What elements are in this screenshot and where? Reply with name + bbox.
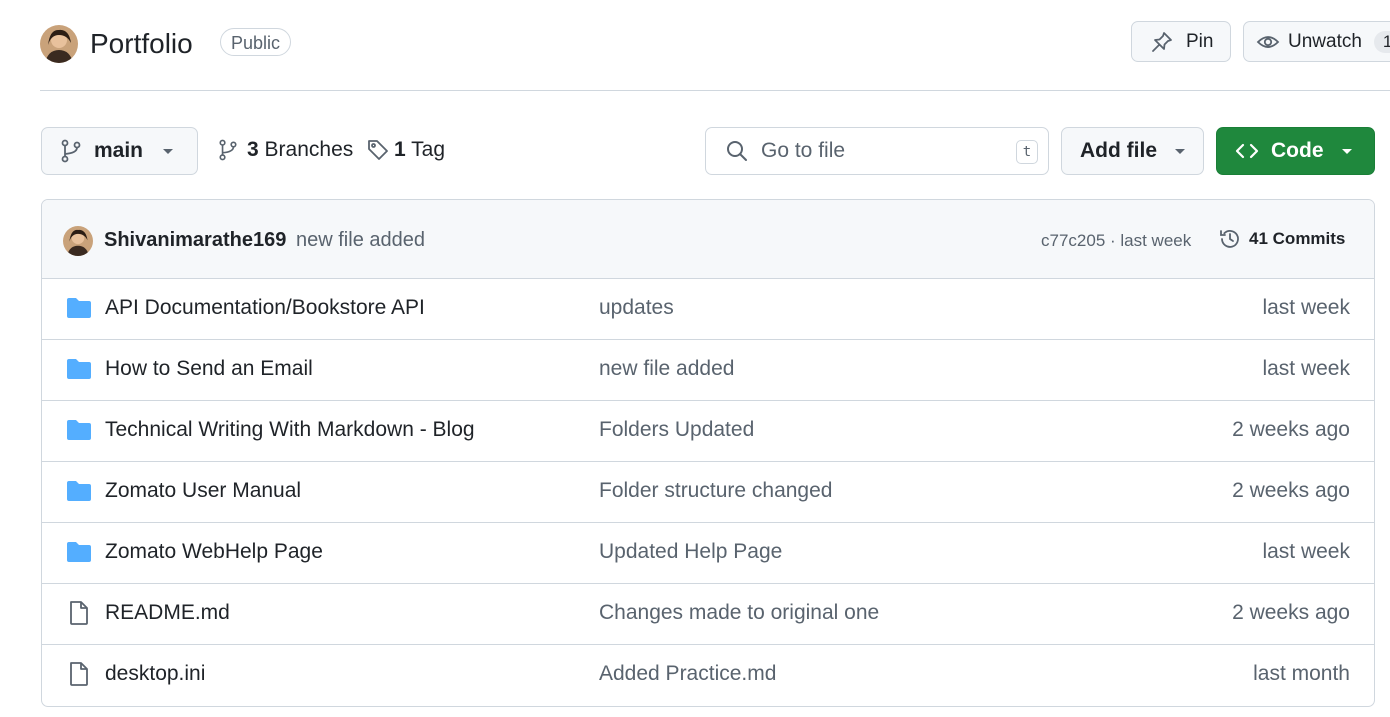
commits-label: Commits bbox=[1272, 229, 1346, 248]
commits-count: 41 bbox=[1249, 229, 1268, 248]
file-commit-date: 2 weeks ago bbox=[1232, 601, 1350, 624]
folder-icon bbox=[66, 358, 92, 380]
code-icon bbox=[1235, 141, 1259, 161]
file-commit-message[interactable]: Folders Updated bbox=[599, 418, 754, 442]
file-name[interactable]: Technical Writing With Markdown - Blog bbox=[105, 418, 475, 442]
file-row[interactable]: Technical Writing With Markdown - Blog F… bbox=[42, 401, 1374, 462]
file-commit-message[interactable]: Added Practice.md bbox=[599, 662, 776, 686]
file-row[interactable]: Zomato WebHelp Page Updated Help Page la… bbox=[42, 523, 1374, 584]
file-commit-date: last week bbox=[1262, 296, 1350, 319]
commit-author-avatar[interactable] bbox=[63, 226, 93, 256]
code-button[interactable]: Code bbox=[1216, 127, 1375, 175]
file-commit-message[interactable]: Folder structure changed bbox=[599, 479, 832, 503]
unwatch-label: Unwatch bbox=[1288, 30, 1362, 52]
search-input[interactable] bbox=[759, 138, 1003, 164]
file-row[interactable]: Zomato User Manual Folder structure chan… bbox=[42, 462, 1374, 523]
branches-link[interactable]: 3 Branches bbox=[218, 138, 353, 162]
file-name[interactable]: How to Send an Email bbox=[105, 357, 313, 381]
unwatch-button[interactable]: Unwatch 1 bbox=[1243, 21, 1390, 62]
add-file-button[interactable]: Add file bbox=[1061, 127, 1204, 175]
file-name[interactable]: README.md bbox=[105, 601, 230, 625]
pin-icon bbox=[1150, 30, 1174, 54]
file-name[interactable]: Zomato User Manual bbox=[105, 479, 301, 503]
file-name[interactable]: API Documentation/Bookstore API bbox=[105, 296, 425, 320]
file-name[interactable]: Zomato WebHelp Page bbox=[105, 540, 323, 564]
file-commit-message[interactable]: Changes made to original one bbox=[599, 601, 879, 625]
folder-icon bbox=[66, 541, 92, 563]
file-table: Shivanimarathe169 new file added c77c205… bbox=[41, 199, 1375, 707]
file-commit-date: 2 weeks ago bbox=[1232, 479, 1350, 502]
folder-icon bbox=[66, 297, 92, 319]
file-row[interactable]: API Documentation/Bookstore API updates … bbox=[42, 279, 1374, 340]
watch-count-badge: 1 bbox=[1373, 30, 1390, 53]
file-commit-message[interactable]: updates bbox=[599, 296, 674, 320]
branches-count: 3 bbox=[247, 138, 259, 161]
file-icon bbox=[66, 601, 92, 626]
branch-name: main bbox=[94, 139, 144, 162]
tags-count: 1 bbox=[394, 138, 406, 161]
file-commit-message[interactable]: new file added bbox=[599, 357, 734, 381]
pin-button[interactable]: Pin bbox=[1131, 21, 1231, 62]
branches-label: Branches bbox=[264, 138, 354, 161]
header-divider bbox=[40, 90, 1390, 91]
file-commit-date: last month bbox=[1253, 662, 1350, 685]
chevron-down-icon bbox=[1173, 146, 1187, 156]
history-icon bbox=[1218, 227, 1242, 251]
pin-label: Pin bbox=[1186, 30, 1214, 52]
git-branch-icon bbox=[60, 139, 82, 163]
tag-icon bbox=[366, 138, 390, 162]
file-icon bbox=[66, 662, 92, 687]
add-file-label: Add file bbox=[1080, 139, 1157, 162]
file-commit-message[interactable]: Updated Help Page bbox=[599, 540, 782, 564]
latest-commit-bar: Shivanimarathe169 new file added c77c205… bbox=[42, 200, 1374, 279]
chevron-down-icon bbox=[1340, 146, 1354, 156]
file-row[interactable]: How to Send an Email new file added last… bbox=[42, 340, 1374, 401]
folder-icon bbox=[66, 419, 92, 441]
commits-history-link[interactable]: 41 Commits bbox=[1218, 227, 1345, 251]
commit-message[interactable]: new file added bbox=[296, 229, 425, 252]
visibility-badge: Public bbox=[220, 28, 292, 56]
file-row[interactable]: README.md Changes made to original one 2… bbox=[42, 584, 1374, 645]
file-commit-date: last week bbox=[1262, 540, 1350, 563]
file-commit-date: last week bbox=[1262, 357, 1350, 380]
tags-link[interactable]: 1 Tag bbox=[366, 138, 445, 162]
branch-selector[interactable]: main bbox=[41, 127, 198, 175]
git-branch-icon bbox=[218, 138, 238, 162]
go-to-file-search[interactable]: t bbox=[705, 127, 1049, 175]
file-row[interactable]: desktop.ini Added Practice.md last month bbox=[42, 645, 1374, 706]
file-commit-date: 2 weeks ago bbox=[1232, 418, 1350, 441]
file-name[interactable]: desktop.ini bbox=[105, 662, 205, 686]
owner-avatar[interactable] bbox=[40, 25, 78, 63]
tags-label: Tag bbox=[411, 138, 446, 161]
commit-author[interactable]: Shivanimarathe169 bbox=[104, 229, 286, 252]
folder-icon bbox=[66, 480, 92, 502]
eye-icon bbox=[1256, 30, 1280, 54]
chevron-down-icon bbox=[161, 146, 175, 156]
search-icon bbox=[726, 140, 748, 162]
commit-hash-time[interactable]: c77c205 · last week bbox=[1041, 231, 1191, 251]
shortcut-hint: t bbox=[1016, 140, 1038, 164]
code-label: Code bbox=[1271, 139, 1324, 162]
repo-title[interactable]: Portfolio bbox=[90, 27, 193, 61]
